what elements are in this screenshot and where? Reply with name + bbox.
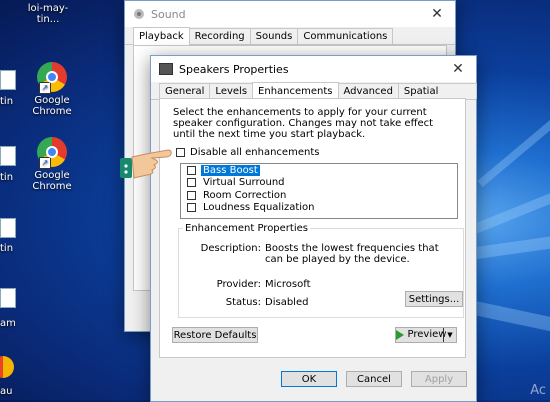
file-icon[interactable] — [0, 218, 16, 238]
status-key: Status: — [225, 297, 261, 308]
desktop-icon-label: loi-may-tin... — [27, 3, 69, 25]
app-icon[interactable] — [0, 356, 14, 378]
desktop-icon-chrome[interactable]: ↗ Google Chrome — [22, 137, 82, 192]
file-icon[interactable] — [0, 288, 16, 308]
description-row: Description: Boosts the lowest frequenci… — [183, 243, 453, 267]
desktop-icon-label: tin — [0, 172, 14, 183]
description-key: Description: — [200, 243, 261, 254]
tab-levels[interactable]: Levels — [209, 83, 254, 99]
desktop-icon-chrome[interactable]: ↗ Google Chrome — [22, 62, 82, 117]
props-window-title: Speakers Properties — [179, 62, 289, 76]
sound-titlebar[interactable]: Sound ✕ — [125, 1, 455, 27]
file-icon[interactable] — [0, 70, 16, 90]
disable-all-row[interactable]: Disable all enhancements — [176, 147, 319, 158]
list-item[interactable]: Loudness Equalization — [181, 202, 457, 215]
tab-sounds[interactable]: Sounds — [249, 28, 299, 44]
tab-communications[interactable]: Communications — [297, 28, 394, 44]
speaker-icon — [159, 63, 173, 75]
chevron-down-icon[interactable]: ▼ — [443, 328, 456, 342]
apply-button[interactable]: Apply — [411, 371, 467, 387]
ok-button[interactable]: OK — [281, 371, 337, 387]
disable-all-checkbox[interactable] — [176, 148, 185, 157]
cancel-button[interactable]: Cancel — [346, 371, 402, 387]
shortcut-arrow-icon: ↗ — [39, 157, 51, 169]
desktop-icon-label: Google Chrome — [32, 95, 72, 117]
settings-button[interactable]: Settings... — [405, 291, 463, 307]
enhancement-checkbox[interactable] — [187, 203, 196, 213]
close-icon[interactable]: ✕ — [440, 61, 476, 77]
desktop-icon-label: am — [0, 318, 16, 329]
disable-all-label: Disable all enhancements — [190, 147, 320, 158]
group-title: Enhancement Properties — [183, 223, 310, 234]
enhancement-label: Bass Boost — [201, 164, 260, 176]
enhancement-checkbox[interactable] — [187, 178, 196, 188]
preview-label: Preview — [407, 329, 447, 340]
desktop-icon-file[interactable]: loi-may-tin... — [18, 0, 78, 25]
tab-recording[interactable]: Recording — [188, 28, 251, 44]
provider-row: Provider: Microsoft — [183, 279, 453, 291]
activation-watermark: Ac — [530, 383, 546, 398]
tab-playback[interactable]: Playback — [133, 27, 190, 45]
preview-button[interactable]: Preview ▼ — [395, 327, 457, 343]
tab-advanced[interactable]: Advanced — [337, 83, 399, 99]
pointing-hand-icon — [120, 149, 172, 179]
speakers-properties-window: Speakers Properties ✕ General Levels Enh… — [150, 55, 477, 402]
sound-window-title: Sound — [151, 7, 186, 21]
tab-spatial-sound[interactable]: Spatial sound — [397, 83, 477, 110]
enhancement-checkbox[interactable] — [187, 190, 196, 200]
enhancements-description: Select the enhancements to apply for you… — [173, 107, 434, 140]
desktop-icon-label: Google Chrome — [32, 170, 72, 192]
sound-tabs: Playback Recording Sounds Communications — [125, 27, 455, 45]
desktop-icon-label: tin — [0, 96, 14, 107]
provider-value: Microsoft — [265, 279, 311, 290]
list-item[interactable]: Room Correction — [181, 189, 457, 202]
description-value: Boosts the lowest frequencies that can b… — [265, 243, 439, 265]
enhancement-label: Room Correction — [203, 189, 287, 201]
props-titlebar[interactable]: Speakers Properties ✕ — [151, 56, 476, 82]
enhancement-label: Loudness Equalization — [203, 202, 315, 214]
list-item[interactable]: Bass Boost — [181, 164, 457, 177]
shortcut-arrow-icon: ↗ — [39, 82, 51, 94]
enhancements-panel: Select the enhancements to apply for you… — [159, 98, 466, 358]
provider-key: Provider: — [216, 279, 261, 290]
enhancement-checkbox[interactable] — [187, 165, 196, 175]
enhancement-properties-group: Enhancement Properties Description: Boos… — [178, 223, 464, 318]
play-icon — [395, 330, 404, 340]
close-icon[interactable]: ✕ — [419, 6, 455, 22]
list-item[interactable]: Virtual Surround — [181, 177, 457, 190]
tab-general[interactable]: General — [159, 83, 211, 99]
sound-icon — [134, 9, 144, 19]
desktop-icon-label: au — [0, 386, 13, 397]
file-icon[interactable] — [0, 146, 16, 166]
restore-defaults-button[interactable]: Restore Defaults — [172, 327, 258, 343]
chrome-icon: ↗ — [37, 137, 67, 169]
chrome-icon: ↗ — [37, 62, 67, 94]
wallpaper-beam — [468, 300, 550, 339]
enhancements-list[interactable]: Bass Boost Virtual Surround Room Correct… — [180, 163, 458, 219]
wallpaper-beam — [477, 103, 550, 188]
enhancement-label: Virtual Surround — [203, 177, 285, 189]
desktop-icon-label: tin — [0, 243, 14, 254]
